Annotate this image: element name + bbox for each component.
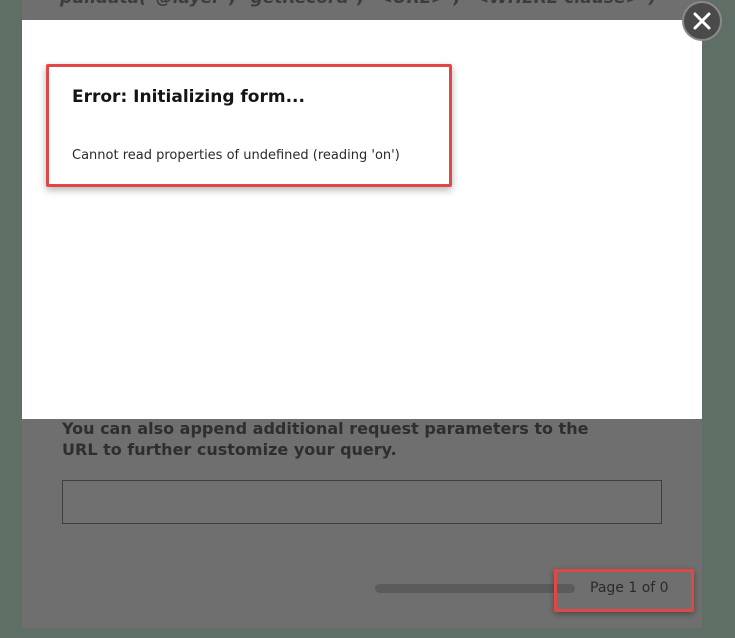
form-progress-bar <box>375 584 575 593</box>
error-highlight <box>46 64 452 187</box>
error-message: Cannot read properties of undefined (rea… <box>72 148 400 163</box>
page-indicator: Page 1 of 0 <box>590 580 669 596</box>
close-button[interactable] <box>682 1 722 41</box>
error-title: Error: Initializing form... <box>72 87 305 107</box>
append-parameters-hint: You can also append additional request p… <box>62 419 589 459</box>
url-parameters-input[interactable] <box>62 480 662 524</box>
code-snippet: pulldata("@layer", "getRecord", "<URL>",… <box>60 0 680 8</box>
close-icon <box>693 12 711 30</box>
